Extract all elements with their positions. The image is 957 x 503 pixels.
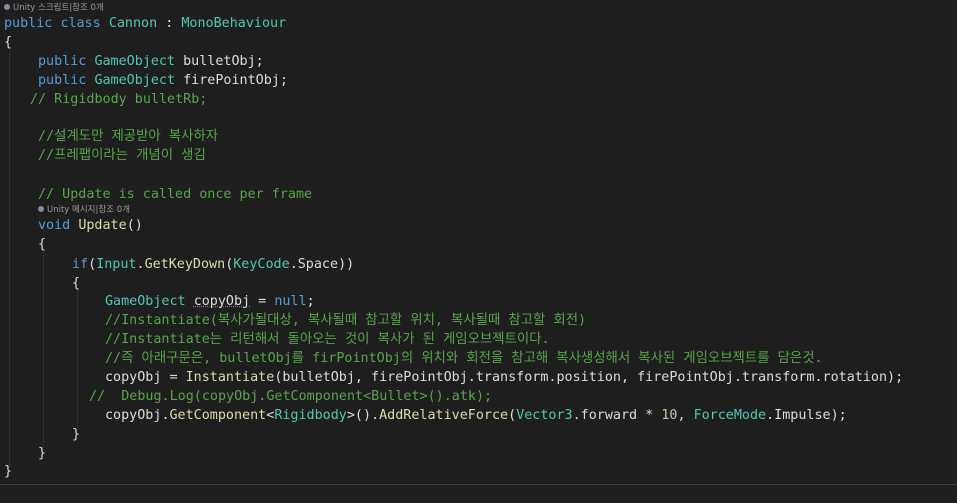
code-editor[interactable]: Unity 스크립트|참조 0개 public class Cannon : M… xyxy=(0,0,957,484)
code-line-3: public GameObject bulletObj; xyxy=(38,54,264,69)
code-line-9: void Update() xyxy=(38,218,143,233)
unity-icon xyxy=(4,4,10,10)
code-line-20: } xyxy=(72,427,81,442)
code-line-21: } xyxy=(38,446,47,461)
code-line-22: } xyxy=(4,464,13,479)
code-line-1: public class Cannon : MonoBehaviour xyxy=(4,16,287,31)
unity-icon xyxy=(38,206,44,212)
code-line-2: { xyxy=(4,35,13,50)
code-line-16: //즉 아래구문은, bulletObj를 firPointObj의 위치와 회… xyxy=(105,351,823,366)
code-line-19: copyObj.GetComponent<Rigidbody>().AddRel… xyxy=(105,408,847,423)
bottom-bar xyxy=(0,484,957,503)
code-line-18: // Debug.Log(copyObj.GetComponent<Bullet… xyxy=(89,389,493,404)
indent-guide xyxy=(9,52,10,467)
code-line-5: // Rigidbody bulletRb; xyxy=(30,92,208,107)
code-line-13: GameObject copyObj = null; xyxy=(105,294,315,309)
code-line-15: //Instantiate는 리턴해서 돌아오는 것이 복사가 된 게임오브젝트… xyxy=(105,332,550,347)
indent-guide xyxy=(77,290,78,430)
code-line-7: //프레팹이라는 개념이 생김 xyxy=(38,148,206,163)
code-line-4: public GameObject firePointObj; xyxy=(38,73,288,88)
code-line-17: copyObj = Instantiate(bulletObj, firePoi… xyxy=(105,370,904,385)
codelens-class[interactable]: Unity 스크립트|참조 0개 xyxy=(4,2,104,14)
indent-guide xyxy=(43,252,44,450)
code-line-8: // Update is called once per frame xyxy=(38,187,313,202)
code-line-14: //Instantiate(복사가될대상, 복사될때 참고할 위치, 복사될때 … xyxy=(105,313,587,328)
codelens-method[interactable]: Unity 메시지|참조 0개 xyxy=(38,204,130,216)
code-line-10: { xyxy=(38,237,47,252)
code-line-12: { xyxy=(72,276,81,291)
code-line-6: //설계도만 제공받아 복사하자 xyxy=(38,129,219,144)
code-line-11: if(Input.GetKeyDown(KeyCode.Space)) xyxy=(72,257,355,272)
